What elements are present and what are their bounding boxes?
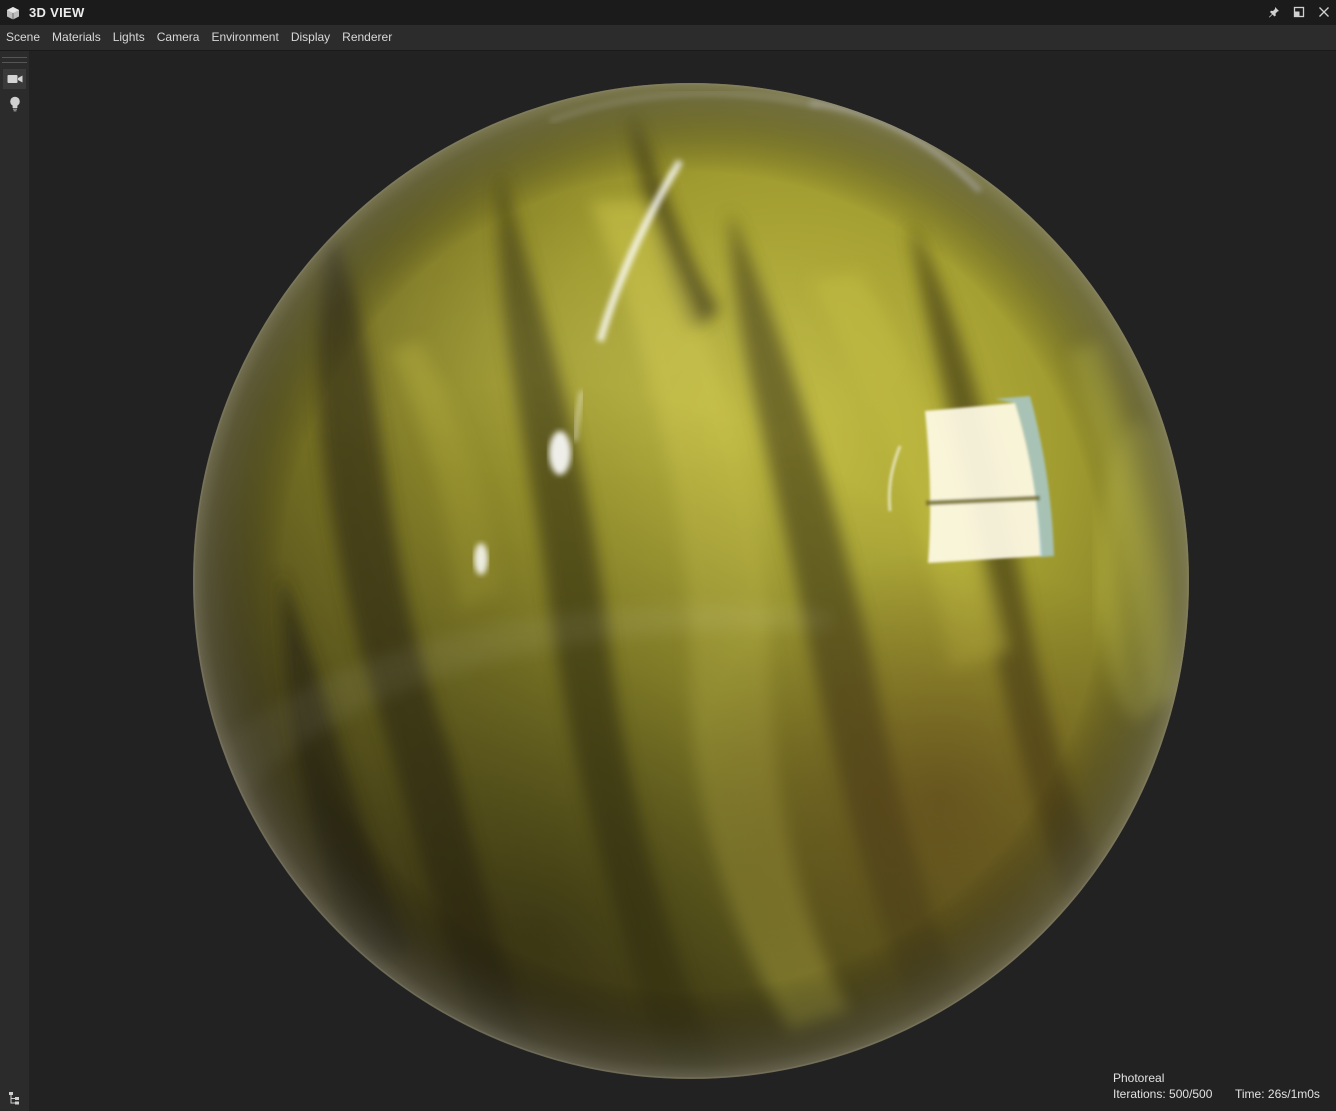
left-toolbar bbox=[0, 51, 30, 1111]
menu-environment[interactable]: Environment bbox=[205, 25, 284, 50]
toolbar-grip[interactable] bbox=[2, 57, 27, 63]
menu-display[interactable]: Display bbox=[285, 25, 336, 50]
menu-bar: Scene Materials Lights Camera Environmen… bbox=[0, 25, 1336, 51]
render-viewport[interactable]: Photoreal Iterations: 500/500 Time: 26s/… bbox=[30, 51, 1336, 1111]
close-button[interactable] bbox=[1316, 4, 1332, 20]
pin-icon bbox=[1269, 7, 1279, 18]
window-title: 3D VIEW bbox=[29, 5, 85, 20]
iterations-label: Iterations: 500/500 bbox=[1113, 1087, 1213, 1101]
time-label: Time: 26s/1m0s bbox=[1235, 1087, 1320, 1101]
lightbulb-icon bbox=[9, 96, 20, 112]
menu-lights[interactable]: Lights bbox=[107, 25, 151, 50]
menu-renderer[interactable]: Renderer bbox=[336, 25, 398, 50]
rendered-sphere bbox=[193, 83, 1189, 1079]
maximize-button[interactable] bbox=[1291, 4, 1307, 20]
camera-button[interactable] bbox=[3, 69, 26, 89]
menu-scene[interactable]: Scene bbox=[0, 25, 46, 50]
close-icon bbox=[1319, 7, 1329, 17]
render-mode-label: Photoreal bbox=[1113, 1071, 1165, 1085]
title-bar: 3D VIEW bbox=[0, 0, 1336, 25]
light-button[interactable] bbox=[3, 94, 26, 114]
pin-button[interactable] bbox=[1266, 4, 1282, 20]
camera-icon bbox=[7, 75, 22, 83]
menu-materials[interactable]: Materials bbox=[46, 25, 107, 50]
cube-icon bbox=[7, 6, 19, 19]
hierarchy-icon[interactable] bbox=[8, 1091, 22, 1105]
maximize-icon bbox=[1293, 6, 1305, 18]
menu-camera[interactable]: Camera bbox=[151, 25, 206, 50]
